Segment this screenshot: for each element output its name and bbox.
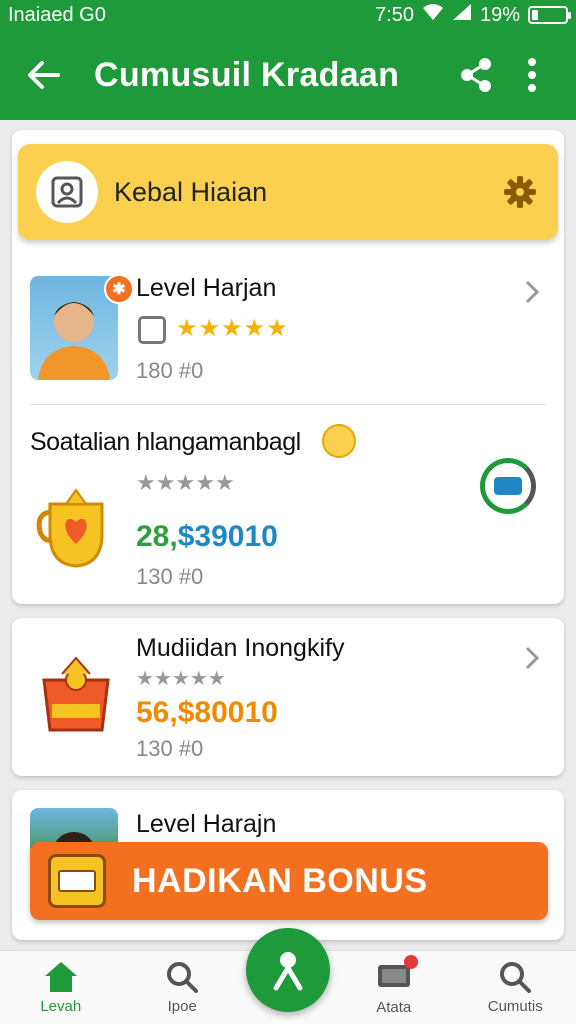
- rating-star: ★: [207, 668, 226, 690]
- rating-star: ★: [214, 470, 235, 495]
- back-button[interactable]: [16, 47, 72, 103]
- inbox-icon: [376, 955, 418, 995]
- bonus-label: HADIKAN BONUS: [132, 861, 428, 900]
- more-vertical-icon: [528, 58, 536, 92]
- status-time: 7:50: [375, 3, 414, 26]
- rating-stars: ★★★★★: [176, 314, 289, 343]
- item-meta: 130 #0: [136, 736, 204, 761]
- person-walk-icon: [273, 952, 303, 991]
- emoji-icon: [322, 424, 356, 458]
- rating-star: ★: [266, 315, 289, 342]
- nav-item-ipoe[interactable]: Ipoe: [122, 951, 244, 1024]
- arrow-left-icon: [28, 61, 60, 89]
- item-meta: 180 #0: [136, 358, 204, 383]
- rating-star: ★: [243, 315, 267, 342]
- bonus-button[interactable]: HADIKAN BONUS: [30, 842, 548, 920]
- rating-star: ★: [198, 315, 222, 342]
- chevron-right-icon: [518, 278, 546, 306]
- rating-star: ★: [195, 470, 215, 495]
- nav-label: Levah: [40, 998, 82, 1015]
- list-item-soatalian[interactable]: Soatalian hlangamanbagl ★★★★★ 28,$39010 …: [12, 406, 564, 602]
- gift-icon: [36, 650, 116, 741]
- rating-star: ★: [175, 470, 196, 495]
- list-item-mudiidan[interactable]: Mudiidan Inongkify ★★★★★ 56,$80010 130 #…: [12, 618, 564, 776]
- trophy-icon: [36, 486, 116, 581]
- badge-icon: ✱: [104, 274, 134, 304]
- settings-button[interactable]: [500, 172, 540, 212]
- nav-label: Atata: [376, 999, 412, 1016]
- page-title: Cumusuil Kradaan: [94, 55, 400, 94]
- status-bar: Inaiaed G0 7:50 19%: [0, 0, 576, 30]
- battery-icon: [528, 6, 571, 24]
- search-icon: [500, 962, 532, 993]
- divider: [30, 404, 546, 405]
- wifi-icon: [422, 3, 444, 27]
- wallet-icon: [48, 854, 106, 908]
- nav-item-levah[interactable]: Levah: [0, 951, 122, 1024]
- search-icon: [167, 962, 199, 993]
- notification-dot: [403, 955, 418, 969]
- rating-star: ★: [153, 668, 172, 690]
- chevron-right-icon: [518, 644, 546, 672]
- banner-label: Kebal Hiaian: [114, 176, 268, 207]
- app-bar: Cumusuil Kradaan: [0, 30, 576, 120]
- fab-button[interactable]: [246, 928, 330, 1012]
- list-item-level-harjan[interactable]: ✱ Level Harjan ★★★★★ 180 #0: [12, 260, 564, 400]
- gear-icon: [504, 176, 536, 208]
- app-icon: [138, 316, 166, 344]
- sync-icon: [480, 458, 536, 514]
- banner[interactable]: Kebal Hiaian: [18, 144, 558, 240]
- item-title: Mudiidan Inongkify: [136, 634, 345, 662]
- item-title: Level Harjan: [136, 274, 277, 302]
- nav-label: Cumutis: [487, 998, 543, 1015]
- rating-star: ★: [136, 668, 154, 690]
- rating-star: ★: [176, 315, 199, 342]
- rating-star: ★: [171, 668, 190, 690]
- rating-star: ★: [221, 315, 244, 342]
- content-area: ✱ Level Harjan ★★★★★ 180 #0 Soatalian hl…: [0, 120, 576, 950]
- nav-label: Ipoe: [167, 998, 197, 1015]
- item-amount: 56,$80010: [136, 696, 278, 729]
- item-title: Level Harajn: [136, 810, 277, 838]
- more-button[interactable]: [504, 47, 560, 103]
- rating-star: ★: [189, 668, 208, 690]
- rating-star: ★: [155, 470, 176, 495]
- share-icon: [461, 58, 491, 92]
- status-battery-percent: 19%: [479, 3, 520, 26]
- item-amount: 28,$39010: [136, 520, 278, 553]
- status-carrier: Inaiaed G0: [8, 3, 106, 26]
- rating-star: ★: [136, 470, 156, 495]
- nav-item-atata[interactable]: Atata: [333, 951, 455, 1024]
- item-title: Soatalian hlangamanbagl: [30, 428, 301, 456]
- home-icon: [44, 962, 77, 992]
- nav-item-cumutis[interactable]: Cumutis: [455, 951, 576, 1024]
- rating-stars: ★★★★★: [136, 666, 226, 691]
- signal-icon: [452, 3, 472, 27]
- item-meta: 130 #0: [136, 564, 204, 589]
- rating-stars: ★★★★★: [136, 470, 235, 496]
- share-button[interactable]: [448, 47, 504, 103]
- profile-icon: [36, 161, 98, 223]
